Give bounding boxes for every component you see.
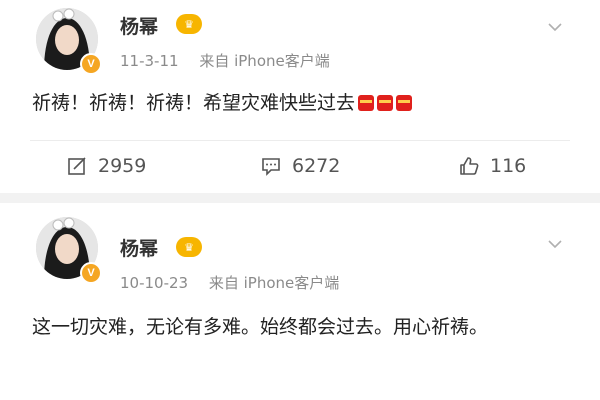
repost-count: 2959 [98, 155, 147, 177]
author-name[interactable]: 杨幂 [120, 12, 158, 39]
post-date: 10-10-23 [120, 274, 189, 292]
crown-icon: ♛ [176, 14, 202, 34]
comment-button[interactable]: 6272 [260, 150, 340, 182]
thumbs-up-icon [460, 157, 479, 175]
post-date: 11-3-11 [120, 52, 179, 70]
divider [30, 140, 570, 141]
post-meta: 11-3-11 来自 iPhone客户端 [120, 50, 330, 71]
repost-icon [68, 157, 86, 175]
verified-badge: V [80, 262, 102, 284]
post-source: 来自 iPhone客户端 [199, 52, 330, 70]
like-button[interactable]: 116 [458, 150, 526, 182]
post-meta: 10-10-23 来自 iPhone客户端 [120, 272, 339, 293]
candle-emoji-icon [396, 95, 413, 111]
post-source: 来自 iPhone客户端 [208, 274, 340, 292]
post-body: 这一切灾难，无论有多难。始终都会过去。用心祈祷。 [32, 316, 489, 338]
repost-button[interactable]: 2959 [66, 150, 146, 182]
candle-emoji-icon [377, 95, 394, 111]
action-bar: 2959 6272 116 [0, 150, 600, 182]
weibo-post-card: V [0, 203, 600, 400]
comment-icon [262, 158, 280, 176]
chevron-down-icon[interactable] [548, 237, 562, 251]
post-text: 这一切灾难，无论有多难。始终都会过去。用心祈祷。 [32, 312, 562, 343]
chevron-down-icon[interactable] [548, 20, 562, 34]
like-count: 116 [490, 155, 527, 177]
verified-badge: V [80, 53, 102, 75]
post-body: 祈祷！祈祷！祈祷！希望灾难快些过去 [32, 92, 356, 114]
author-name[interactable]: 杨幂 [120, 234, 158, 261]
weibo-post-card: V 杨幂 ♛ 11-3-11 来自 iPhone客户端 祈祷！祈祷！祈祷！希望灾… [0, 0, 600, 193]
post-text: 祈祷！祈祷！祈祷！希望灾难快些过去 [32, 88, 413, 119]
comment-count: 6272 [292, 155, 341, 177]
crown-icon: ♛ [176, 237, 202, 257]
candle-emoji-icon [358, 95, 375, 111]
